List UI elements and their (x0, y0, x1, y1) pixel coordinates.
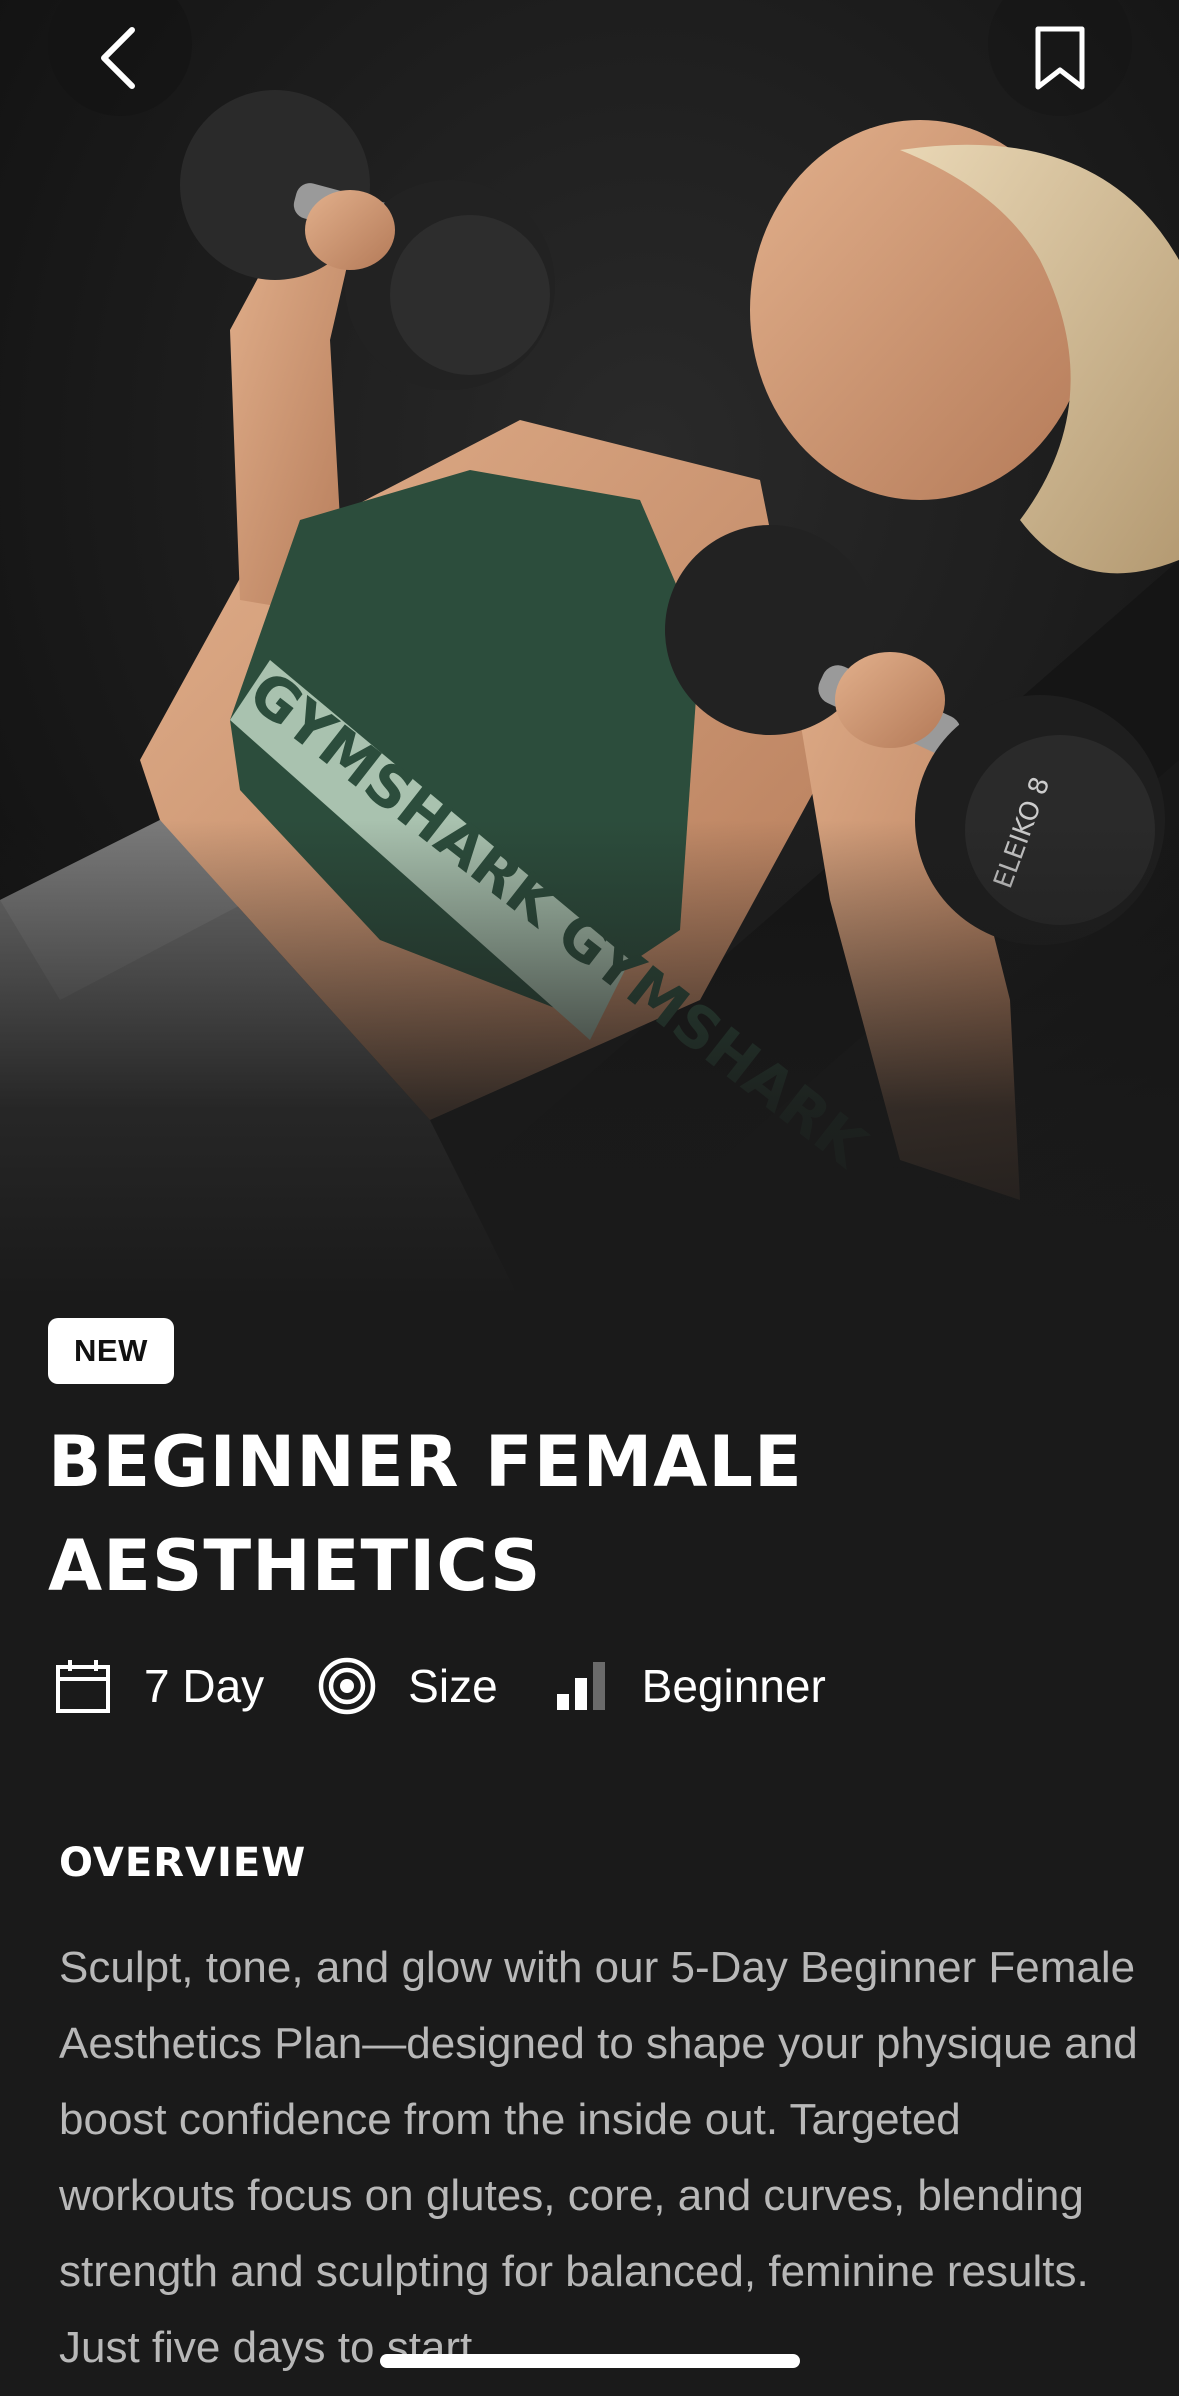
hero-fade-overlay (0, 820, 1179, 1300)
new-badge: NEW (48, 1318, 174, 1384)
level-bar (592, 1662, 605, 1710)
goal-label: Size (408, 1660, 498, 1712)
program-meta: 7 Day Size Beginner (52, 1650, 878, 1722)
bookmark-icon (1035, 26, 1085, 90)
duration-label: 7 Day (144, 1660, 265, 1712)
overview-text: Sculpt, tone, and glow with our 5-Day Be… (59, 1943, 1138, 2372)
meta-goal: Size (316, 1655, 498, 1717)
home-indicator[interactable] (380, 2354, 800, 2368)
overview-heading: OVERVIEW (59, 1840, 307, 1886)
hero-image: GYMSHARK GYMSHARK ELEIKO 8 (0, 0, 1179, 1300)
target-icon (316, 1655, 378, 1717)
level-bar (556, 1694, 569, 1710)
level-label: Beginner (641, 1660, 826, 1712)
meta-duration: 7 Day (52, 1655, 264, 1717)
level-bars-icon (550, 1655, 612, 1717)
meta-level: Beginner (550, 1655, 826, 1717)
program-title: BEGINNER FEMALE AESTHETICS (48, 1421, 803, 1607)
program-detail-screen: GYMSHARK GYMSHARK ELEIKO 8 (0, 0, 1179, 2396)
calendar-icon (52, 1655, 114, 1717)
chevron-left-icon (101, 27, 135, 89)
level-bar (574, 1678, 587, 1710)
